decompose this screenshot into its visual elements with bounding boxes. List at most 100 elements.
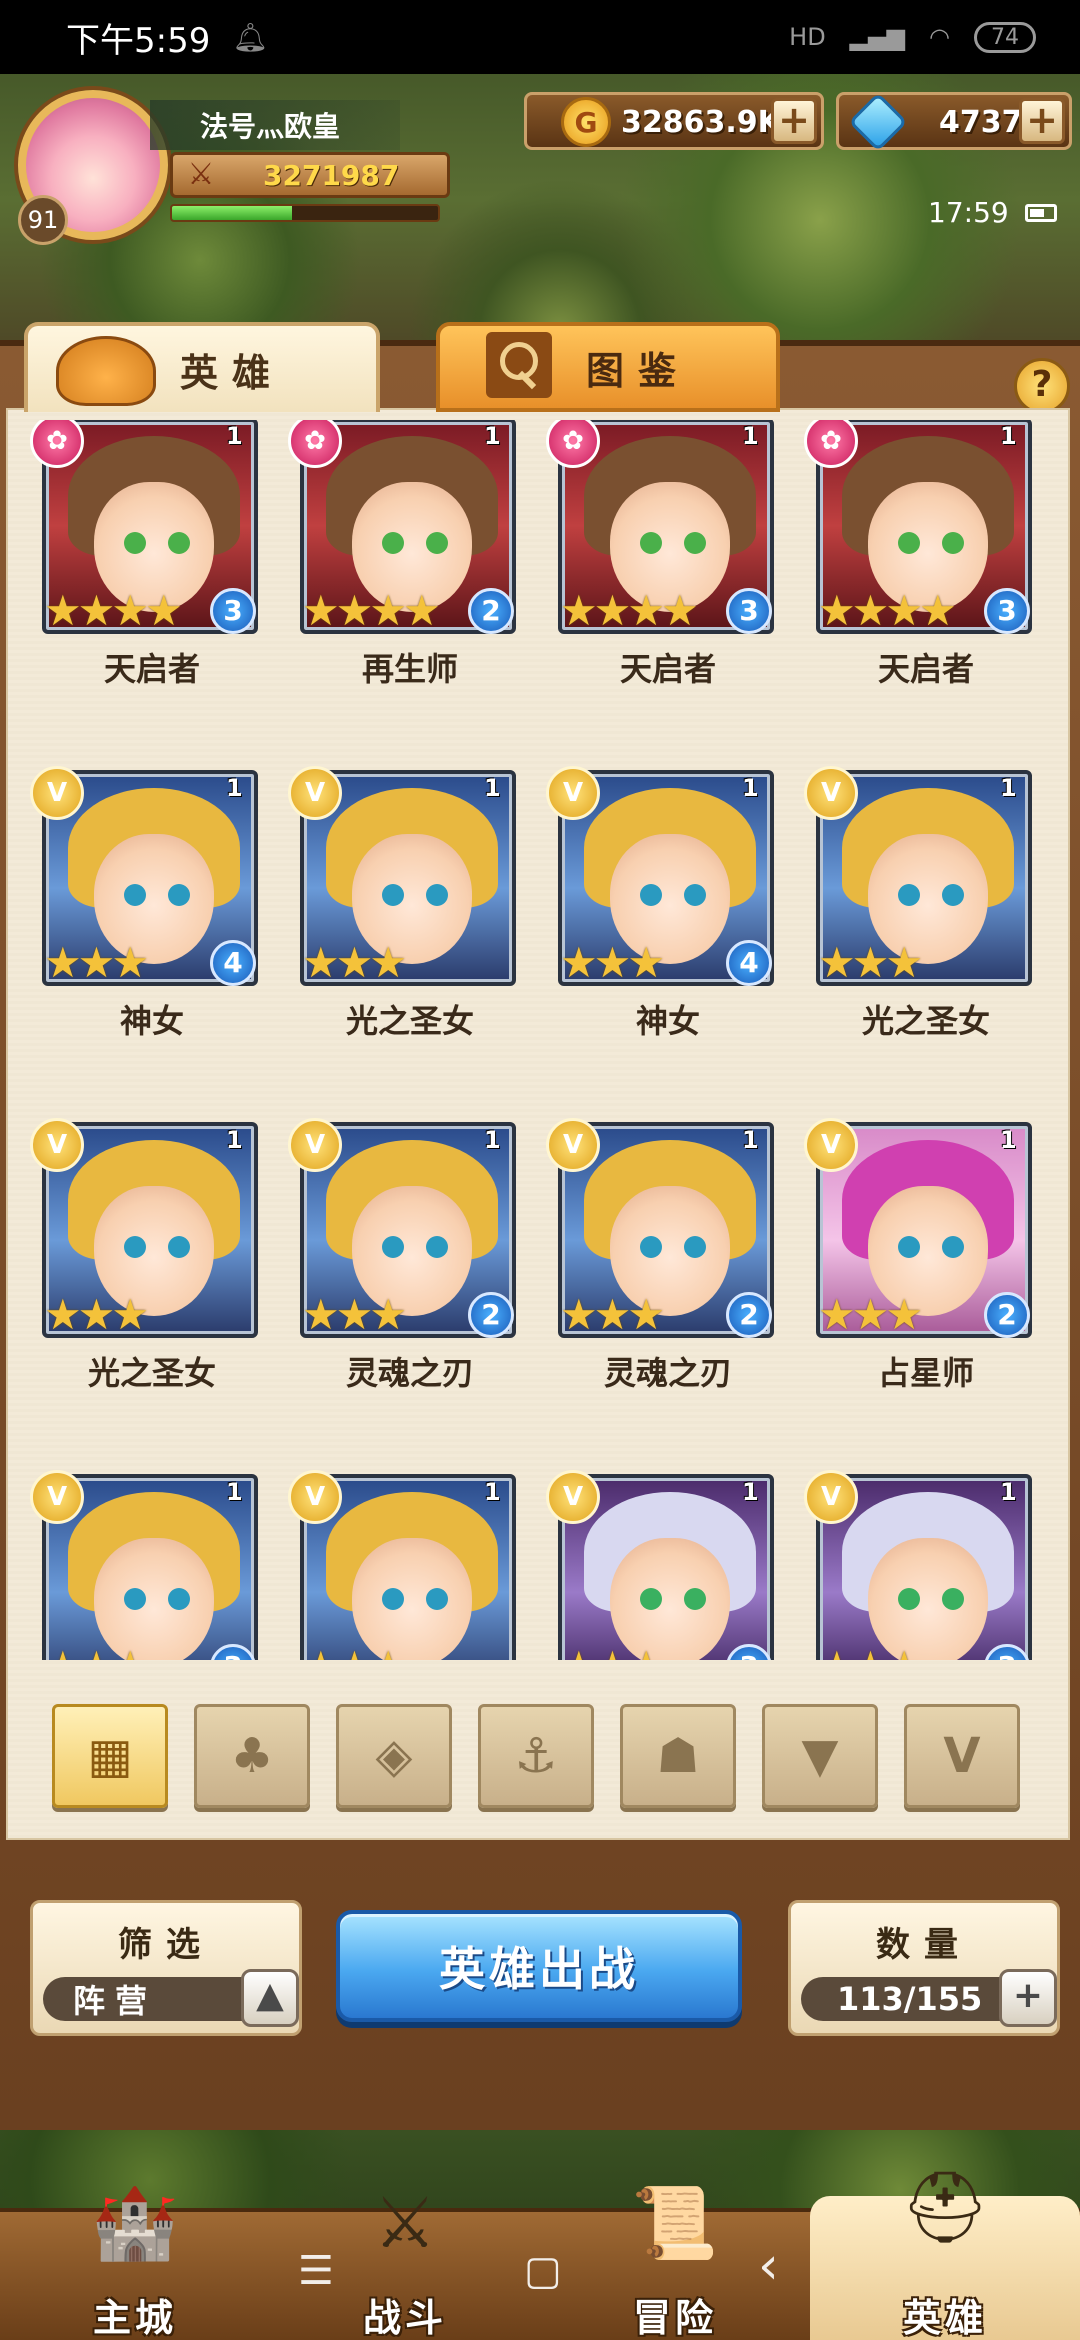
star-icon: ★ [302, 938, 340, 987]
star-icon: ★ [560, 1290, 598, 1339]
hero-rank-badge: 4 [210, 940, 256, 986]
hero-eye [898, 884, 920, 906]
tab-hero-label: 英雄 [179, 350, 284, 395]
hero-card[interactable]: V 1 ★ ★ ★ 4 神女 [546, 766, 774, 1060]
star-icon: ★ [336, 1646, 374, 1661]
hero-eye [898, 1588, 920, 1610]
star-icon: ★ [44, 1646, 82, 1661]
tab-hero[interactable]: 英雄 [24, 322, 380, 412]
faction-filter-button[interactable]: ☗ [620, 1704, 736, 1808]
hero-stars: ★★★ [44, 1294, 149, 1336]
nav-label: 主城 [92, 2296, 177, 2340]
castle-icon: 🏰 [91, 2182, 179, 2264]
hero-eye [124, 1588, 146, 1610]
beast-faction-icon: ☗ [656, 1728, 700, 1784]
star-icon: ★ [78, 1646, 116, 1661]
gem-amount: 4737 [939, 105, 1023, 140]
back-icon[interactable]: ‹ [758, 2236, 779, 2296]
bell-icon: 🔔︎ [232, 20, 268, 54]
experience-bar [170, 204, 440, 222]
hero-card[interactable]: V 1 ★ ★ ★ 2 灵魂之刃 [288, 1118, 516, 1412]
star-icon: ★ [144, 586, 183, 635]
wing-faction-icon: V [943, 1728, 981, 1784]
hero-card[interactable]: ✿ 1 ★ ★ ★ ★ 3 天启者 [804, 420, 1032, 708]
hero-helmet-icon: ⛑ [900, 2166, 990, 2248]
signal-icon: ▂▄▆ [849, 23, 906, 51]
wing-faction-icon: V [804, 766, 858, 820]
filter-dropdown[interactable]: 阵营 ▲ [43, 1969, 299, 2027]
star-icon: ★ [627, 586, 665, 635]
hero-card[interactable]: V1★★★ [288, 1470, 516, 1661]
faction-filter-button[interactable]: V [904, 1704, 1020, 1808]
combat-power-box: ⚔ 3271987 [170, 152, 450, 198]
help-button[interactable]: ? [1014, 358, 1070, 414]
star-icon: ★ [593, 938, 632, 987]
star-icon: ★ [594, 1646, 632, 1661]
hero-stars: ★★★ [302, 1294, 407, 1336]
hero-level: 1 [226, 1126, 243, 1154]
hero-rank-badge: 2 [468, 588, 514, 634]
hero-eye [426, 884, 448, 906]
hero-count-value: 113/155 [837, 1980, 983, 2018]
add-gold-button[interactable]: + [771, 98, 817, 144]
experience-fill [172, 206, 292, 220]
nav-item[interactable]: ⛑ 英雄 [810, 2166, 1080, 2340]
hero-grid[interactable]: ✿ 1 ★ ★ ★ ★ 3 天启者 ✿ 1 ★ ★ ★ ★ 2 再生师 ✿ 1 ★ ★ ★ ★ 3 天启者 ✿ 1 ★ ★ ★ ★ 3 天启者… [30, 420, 1050, 1660]
hero-stars: ★★★ [560, 1646, 665, 1661]
hero-card[interactable]: V 1 ★ ★ ★ 光之圣女 [804, 766, 1032, 1060]
hero-name: 灵魂之刃 [603, 1354, 732, 1392]
chevron-up-icon[interactable]: ▲ [241, 1969, 299, 2027]
faction-filter-button[interactable]: ♣ [194, 1704, 310, 1808]
faction-filter-button[interactable]: ◈ [336, 1704, 452, 1808]
faction-filter-button[interactable]: ▼ [762, 1704, 878, 1808]
expand-capacity-button[interactable]: + [999, 1969, 1057, 2027]
nav-item[interactable]: 🏰 主城 [0, 2182, 270, 2340]
hero-card[interactable]: ✿ 1 ★ ★ ★ ★ 2 再生师 [288, 420, 516, 708]
hero-stars: ★★★ [44, 942, 149, 984]
gem-currency: 4737 + [836, 92, 1072, 152]
star-icon: ★ [369, 938, 407, 987]
star-icon: ★ [369, 1646, 407, 1661]
hero-card[interactable]: V1★★★3 [804, 1470, 1032, 1660]
hero-card[interactable]: ✿ 1 ★ ★ ★ ★ 3 天启者 [30, 420, 258, 708]
hero-eye [684, 884, 706, 906]
menu-icon[interactable]: ☰ [298, 2248, 334, 2294]
hero-card[interactable]: V1★★★3 [546, 1470, 774, 1661]
hero-card[interactable]: V 1 ★ ★ ★ 光之圣女 [288, 766, 516, 1060]
faction-filter-row: ▦ ♣ ◈ ⚓ ☗ ▼ V [52, 1704, 1032, 1812]
star-icon: ★ [369, 586, 407, 635]
hero-card[interactable]: V 1 ★ ★ ★ 光之圣女 [30, 1118, 258, 1412]
diamond-icon [848, 92, 908, 152]
player-avatar-block[interactable]: 91 [18, 90, 168, 245]
star-icon: ★ [335, 586, 374, 635]
count-title: 数量 [876, 1925, 972, 1965]
star-icon: ★ [627, 938, 665, 987]
tab-atlas[interactable]: 图鉴 [436, 322, 780, 412]
hero-card[interactable]: ✿ 1 ★ ★ ★ ★ 3 天启者 [546, 420, 774, 708]
filter-panel: 筛选 阵营 ▲ [30, 1900, 302, 2036]
hero-eye [640, 1588, 662, 1610]
hero-stars: ★★★ [560, 938, 665, 987]
add-gems-button[interactable]: + [1019, 98, 1065, 144]
star-icon: ★ [77, 586, 116, 635]
star-icon: ★ [560, 586, 598, 635]
hero-rank-badge: 2 [984, 1292, 1030, 1338]
wing-faction-icon: V [546, 766, 600, 820]
hero-rank-badge: 4 [726, 940, 772, 986]
faction-filter-button[interactable]: ⚓ [478, 1704, 594, 1808]
home-icon[interactable]: ▢ [524, 2248, 562, 2294]
wing-faction-icon: V [30, 1470, 84, 1524]
hero-stars: ★ ★ ★ ★ [818, 590, 957, 632]
hero-stars: ★ ★ ★ ★ [302, 586, 441, 635]
hero-card[interactable]: V 1 ★ ★ ★ 4 神女 [30, 766, 258, 1060]
deploy-heroes-button[interactable]: 英雄出战 [336, 1910, 742, 2022]
hero-card[interactable]: V 1 ★ ★ ★ 2 灵魂之刃 [546, 1118, 774, 1412]
hero-card[interactable]: V1★★★3 [30, 1470, 258, 1661]
star-icon: ★ [560, 1646, 598, 1661]
star-icon: ★ [302, 586, 340, 635]
wing-faction-icon: V [804, 1470, 858, 1524]
faction-filter-button[interactable]: ▦ [52, 1704, 168, 1808]
star-icon: ★ [302, 1646, 340, 1661]
leaf-faction-icon: ♣ [230, 1728, 274, 1784]
hero-card[interactable]: V 1 ★ ★ ★ 2 占星师 [804, 1118, 1032, 1412]
